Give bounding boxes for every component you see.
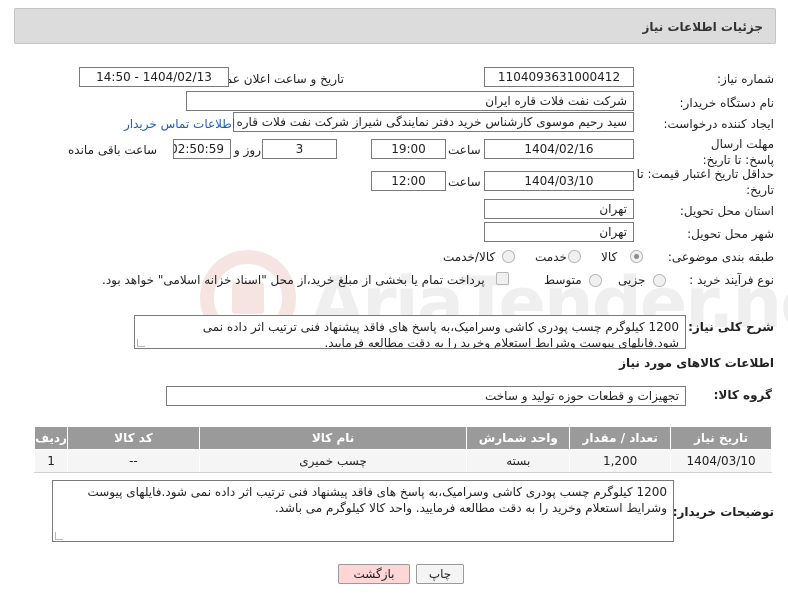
city-label: شهر محل تحویل: (687, 227, 774, 241)
province-field[interactable]: تهران (484, 199, 634, 219)
contact-info-link[interactable]: اطلاعات تماس خریدار (124, 117, 235, 131)
treasury-payment-checkbox[interactable] (496, 272, 509, 285)
process-option-minor: جزیی (618, 273, 646, 287)
col-unit: واحد شمارش (466, 426, 571, 450)
col-quantity: تعداد / مقدار (569, 426, 672, 450)
cell-goods-code: -- (67, 449, 200, 473)
category-option-service: خدمت (535, 250, 567, 264)
category-radio-goods-service[interactable] (502, 250, 515, 263)
price-validity-date-field[interactable]: 1404/03/10 (484, 171, 634, 191)
goods-table: تاریخ نیاز تعداد / مقدار واحد شمارش نام … (33, 426, 772, 473)
days-field[interactable]: 3 (262, 139, 337, 159)
cell-quantity: 1,200 (569, 449, 672, 473)
requester-label: ایجاد کننده درخواست: (663, 117, 774, 131)
process-radio-minor[interactable] (653, 274, 666, 287)
city-field[interactable]: تهران (484, 222, 634, 242)
buyer-notes-textarea[interactable]: 1200 کیلوگرم چسب پودری کاشی وسرامیک،به پ… (52, 480, 674, 542)
description-text: 1200 کیلوگرم چسب پودری کاشی وسرامیک،به پ… (202, 320, 679, 349)
table-row[interactable]: 1404/03/10 1,200 بسته چسب خمیری -- 1 (33, 449, 772, 473)
goods-info-title: اطلاعات کالاهای مورد نیاز (619, 356, 774, 370)
col-row-number: ردیف (33, 426, 69, 450)
cell-goods-name: چسب خمیری (198, 449, 468, 473)
category-option-goods: کالا (601, 250, 618, 264)
price-validity-time-field[interactable]: 12:00 (371, 171, 446, 191)
resize-handle-icon[interactable] (137, 339, 145, 347)
category-option-goods-service: کالا/خدمت (443, 250, 496, 264)
goods-group-label: گروه کالا: (713, 388, 772, 402)
process-label: نوع فرآیند خرید : (689, 273, 774, 287)
deadline-time-label: ساعت (448, 143, 481, 157)
goods-group-field[interactable]: تجهیزات و قطعات حوزه تولید و ساخت (166, 386, 686, 406)
buyer-org-field[interactable]: شرکت نفت فلات قاره ایران (186, 91, 634, 111)
col-need-date: تاریخ نیاز (670, 426, 772, 450)
category-label: طبقه بندی موضوعی: (667, 250, 774, 264)
requester-field[interactable]: سید رحیم موسوی کارشناس خرید دفتر نمایندگ… (233, 112, 634, 132)
resize-handle-icon[interactable] (55, 532, 63, 540)
need-number-field[interactable]: 1104093631000412 (484, 67, 634, 87)
province-label: استان محل تحویل: (679, 204, 774, 218)
deadline-date-field[interactable]: 1404/02/16 (484, 139, 634, 159)
description-label: شرح کلی نیاز: (688, 320, 774, 334)
remaining-time-field[interactable]: 02:50:59 (173, 139, 231, 159)
need-number-label: شماره نیاز: (717, 72, 774, 86)
announce-field[interactable]: 1404/02/13 - 14:50 (79, 67, 229, 87)
process-radio-medium[interactable] (589, 274, 602, 287)
description-textarea[interactable]: 1200 کیلوگرم چسب پودری کاشی وسرامیک،به پ… (134, 315, 686, 349)
cell-unit: بسته (466, 449, 571, 473)
print-button[interactable]: چاپ (416, 564, 464, 584)
buyer-notes-text: 1200 کیلوگرم چسب پودری کاشی وسرامیک،به پ… (87, 485, 667, 515)
deadline-label: مهلت ارسال پاسخ: تا تاریخ: (702, 137, 774, 167)
price-validity-time-label: ساعت (448, 175, 481, 189)
category-radio-service[interactable] (568, 250, 581, 263)
deadline-time-field[interactable]: 19:00 (371, 139, 446, 159)
page-title: جزئیات اطلاعات نیاز (642, 20, 763, 34)
buyer-notes-label: توضیحات خریدار: (672, 505, 774, 519)
remaining-time-label: ساعت باقی مانده (68, 143, 158, 157)
col-goods-code: کد کالا (67, 426, 200, 450)
category-radio-goods[interactable] (630, 250, 643, 263)
price-validity-label: حداقل تاریخ اعتبار قیمت: تا تاریخ: (636, 167, 774, 197)
col-goods-name: نام کالا (198, 426, 468, 450)
process-option-medium: متوسط (544, 273, 582, 287)
cell-need-date: 1404/03/10 (670, 449, 772, 473)
buyer-org-label: نام دستگاه خریدار: (679, 96, 775, 110)
days-label: روز و (234, 143, 261, 157)
header-panel: جزئیات اطلاعات نیاز (14, 8, 776, 44)
cell-row-number: 1 (33, 449, 69, 473)
treasury-payment-note: پرداخت تمام یا بخشی از مبلغ خرید،از محل … (102, 273, 485, 287)
table-header-row: تاریخ نیاز تعداد / مقدار واحد شمارش نام … (33, 426, 772, 450)
back-button[interactable]: بازگشت (338, 564, 410, 584)
